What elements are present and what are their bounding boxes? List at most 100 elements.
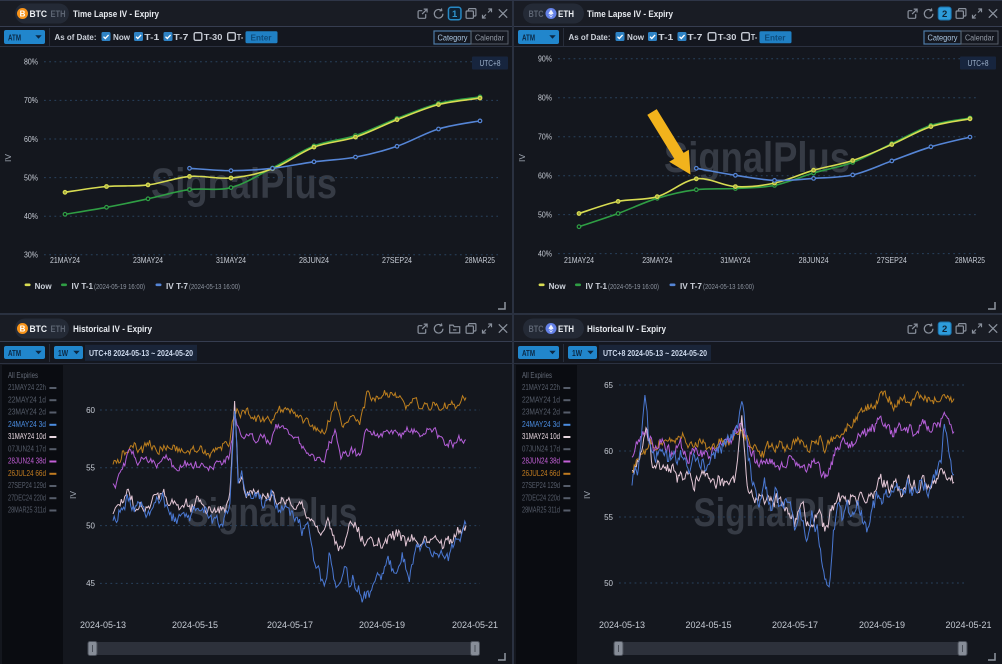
svg-text:All Expiries: All Expiries: [522, 371, 552, 380]
svg-text:SignalPlus: SignalPlus: [664, 134, 850, 182]
svg-text:2024-05-17: 2024-05-17: [267, 620, 313, 630]
svg-text:26JUL24 66d: 26JUL24 66d: [522, 469, 560, 478]
svg-text:Category: Category: [928, 33, 959, 43]
svg-text:40%: 40%: [24, 211, 39, 221]
svg-text:Calendar: Calendar: [475, 33, 504, 43]
svg-text:27DEC24 220d: 27DEC24 220d: [8, 493, 46, 502]
svg-text:27SEP24 129d: 27SEP24 129d: [8, 481, 46, 490]
svg-text:As of Date:: As of Date:: [55, 32, 97, 42]
svg-text:22MAY24 1d: 22MAY24 1d: [522, 395, 560, 404]
svg-text:2024-05-15: 2024-05-15: [172, 620, 218, 630]
svg-text:21MAY24: 21MAY24: [50, 255, 80, 265]
svg-text:T-: T-: [237, 32, 244, 42]
svg-text:24MAY24 3d: 24MAY24 3d: [522, 420, 560, 429]
svg-text:IV: IV: [68, 491, 78, 499]
svg-text:70%: 70%: [538, 132, 553, 142]
svg-text:2024-05-15: 2024-05-15: [685, 620, 731, 630]
svg-text:27SEP24: 27SEP24: [877, 255, 907, 265]
svg-text:Time Lapse IV - Expiry: Time Lapse IV - Expiry: [73, 9, 160, 20]
svg-text:As of Date:: As of Date:: [569, 32, 611, 42]
svg-text:2024-05-19: 2024-05-19: [359, 620, 405, 630]
svg-text:28JUN24 38d: 28JUN24 38d: [8, 457, 46, 466]
svg-text:07JUN24 17d: 07JUN24 17d: [8, 444, 46, 453]
svg-text:70%: 70%: [24, 95, 39, 105]
svg-text:2024-05-13: 2024-05-13: [599, 620, 645, 630]
svg-text:T-7: T-7: [173, 32, 188, 42]
svg-text:2024-05-17: 2024-05-17: [772, 620, 818, 630]
svg-text:(2024-05-13 16:00): (2024-05-13 16:00): [703, 284, 754, 291]
svg-text:23MAY24 2d: 23MAY24 2d: [8, 408, 46, 417]
svg-text:65: 65: [604, 381, 613, 390]
svg-text:Enter: Enter: [251, 32, 273, 42]
svg-text:22MAY24 1d: 22MAY24 1d: [8, 395, 46, 404]
svg-text:2024-05-21: 2024-05-21: [452, 620, 498, 630]
svg-text:(2024-05-19 16:00): (2024-05-19 16:00): [608, 284, 659, 291]
svg-text:28MAR25: 28MAR25: [465, 255, 495, 265]
svg-text:2024-05-13: 2024-05-13: [80, 620, 126, 630]
svg-text:ETH: ETH: [51, 9, 66, 20]
svg-text:BTC: BTC: [30, 9, 48, 20]
svg-text:23MAY24: 23MAY24: [642, 255, 672, 265]
svg-text:UTC+8 2024-05-13 ~ 2024-05-20: UTC+8 2024-05-13 ~ 2024-05-20: [603, 348, 707, 358]
svg-text:T-30: T-30: [718, 32, 737, 42]
svg-text:1: 1: [452, 9, 458, 20]
svg-text:Historical IV - Expiry: Historical IV - Expiry: [73, 324, 153, 335]
svg-text:BTC: BTC: [529, 9, 544, 20]
svg-text:IV T-7: IV T-7: [166, 281, 188, 291]
svg-text:Category: Category: [438, 33, 469, 43]
svg-text:28JUN24: 28JUN24: [799, 255, 829, 265]
svg-text:Enter: Enter: [765, 32, 787, 42]
svg-text:1W: 1W: [58, 349, 68, 358]
svg-text:All Expiries: All Expiries: [8, 371, 38, 380]
svg-text:UTC+8: UTC+8: [480, 59, 501, 68]
svg-text:T-1: T-1: [144, 32, 159, 42]
svg-text:1W: 1W: [572, 349, 582, 358]
svg-text:31MAY24: 31MAY24: [720, 255, 750, 265]
svg-text:T-7: T-7: [687, 32, 702, 42]
svg-text:UTC+8: UTC+8: [968, 59, 989, 68]
svg-text:27SEP24: 27SEP24: [382, 255, 412, 265]
svg-text:(2024-05-13 16:00): (2024-05-13 16:00): [189, 284, 240, 291]
svg-text:2024-05-19: 2024-05-19: [859, 620, 905, 630]
svg-text:23MAY24 2d: 23MAY24 2d: [522, 408, 560, 417]
svg-text:60: 60: [86, 406, 95, 415]
svg-text:ATM: ATM: [522, 349, 535, 358]
svg-text:31MAY24 10d: 31MAY24 10d: [8, 432, 46, 441]
svg-text:Historical IV - Expiry: Historical IV - Expiry: [587, 324, 667, 335]
svg-text:2024-05-21: 2024-05-21: [945, 620, 991, 630]
svg-text:28MAR25: 28MAR25: [955, 255, 985, 265]
svg-text:UTC+8 2024-05-13 ~ 2024-05-20: UTC+8 2024-05-13 ~ 2024-05-20: [89, 348, 193, 358]
svg-text:31MAY24: 31MAY24: [216, 255, 246, 265]
svg-text:BTC: BTC: [529, 324, 544, 335]
svg-text:ATM: ATM: [8, 34, 21, 43]
svg-text:IV: IV: [582, 491, 592, 499]
svg-text:IV T-1: IV T-1: [586, 281, 608, 291]
svg-text:50: 50: [86, 521, 95, 530]
svg-text:90%: 90%: [538, 54, 553, 64]
svg-text:26JUL24 66d: 26JUL24 66d: [8, 469, 46, 478]
svg-text:55: 55: [604, 513, 613, 522]
svg-text:28JUN24 38d: 28JUN24 38d: [522, 457, 560, 466]
svg-text:24MAY24 3d: 24MAY24 3d: [8, 420, 46, 429]
svg-text:31MAY24 10d: 31MAY24 10d: [522, 432, 560, 441]
svg-text:BTC: BTC: [30, 324, 48, 335]
svg-text:27SEP24 129d: 27SEP24 129d: [522, 481, 560, 490]
svg-text:Now: Now: [113, 32, 130, 42]
svg-text:Now: Now: [549, 281, 566, 291]
svg-text:50%: 50%: [24, 172, 39, 182]
svg-text:60%: 60%: [24, 134, 39, 144]
svg-text:IV: IV: [3, 154, 13, 162]
svg-text:60%: 60%: [538, 170, 553, 180]
svg-text:28MAR25 311d: 28MAR25 311d: [8, 506, 46, 515]
svg-text:55: 55: [86, 464, 95, 473]
svg-text:80%: 80%: [24, 57, 39, 67]
svg-text:ETH: ETH: [558, 9, 574, 20]
svg-text:ATM: ATM: [522, 34, 535, 43]
svg-text:28MAR25 311d: 28MAR25 311d: [522, 506, 560, 515]
svg-text:B: B: [20, 9, 26, 18]
svg-text:50: 50: [604, 579, 613, 588]
svg-text:28JUN24: 28JUN24: [299, 255, 329, 265]
svg-text:50%: 50%: [538, 209, 553, 219]
svg-text:30%: 30%: [24, 250, 39, 260]
svg-text:IV T-1: IV T-1: [72, 281, 94, 291]
